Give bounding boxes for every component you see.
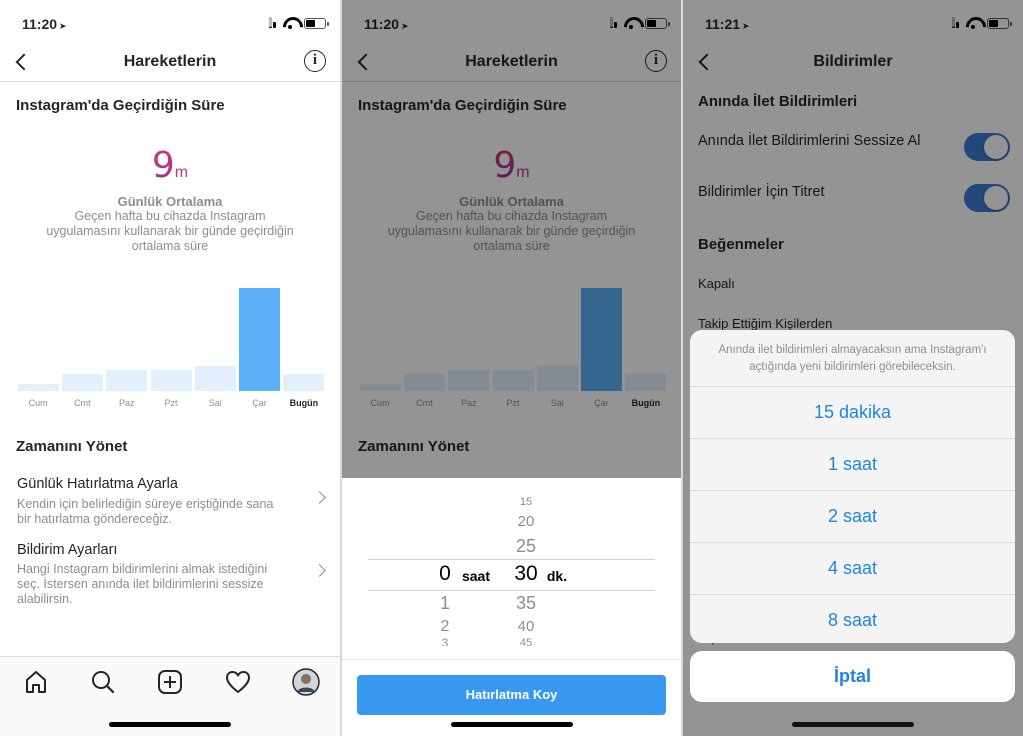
- row-title: Bildirim Ayarları: [17, 542, 118, 558]
- row-subtitle: Kendin için belirlediğin süreye eriştiği…: [17, 497, 274, 526]
- screen-notifications: 11:21 ➤ Bildirimler Anında İlet Bildiriml…: [683, 0, 1023, 736]
- status-bar: 11:20 ➤: [0, 0, 340, 44]
- hour-option: 2: [440, 618, 450, 635]
- chart-x-label: Sal: [208, 398, 222, 408]
- picker-selection-bottom: [368, 590, 655, 591]
- add-post-icon[interactable]: [157, 669, 183, 695]
- minute-option: 15: [519, 496, 533, 508]
- hour-option: 3: [441, 636, 449, 646]
- chart-bar: [150, 370, 192, 391]
- home-indicator: [792, 722, 914, 727]
- chart-bar: [61, 374, 103, 391]
- picker-selection-top: [368, 559, 655, 560]
- average-description: Geçen hafta bu cihazda Instagram uygulam…: [46, 209, 294, 253]
- option-8-hours[interactable]: 8 saat: [690, 594, 1015, 643]
- chart-bar: [283, 374, 325, 391]
- chart-x-label: Çar: [252, 398, 267, 408]
- option-2-hours[interactable]: 2 saat: [690, 490, 1015, 542]
- page-title: Hareketlerin: [123, 53, 217, 70]
- chart-x-label: Paz: [118, 398, 135, 408]
- heart-icon[interactable]: [225, 669, 251, 695]
- search-icon[interactable]: [90, 669, 116, 695]
- average-time: 9m: [151, 145, 189, 186]
- option-15-minutes[interactable]: 15 dakika: [690, 386, 1015, 438]
- home-indicator: [109, 722, 231, 727]
- home-icon[interactable]: [23, 669, 49, 695]
- minute-option: 25: [515, 536, 537, 556]
- average-label: Günlük Ortalama: [117, 194, 223, 209]
- chart-bar: [17, 383, 59, 391]
- minute-option: 45: [519, 637, 533, 647]
- chart-bar: [194, 366, 236, 391]
- dim-overlay[interactable]: [342, 0, 681, 478]
- chart-x-label: Cmt: [74, 398, 91, 408]
- screen-reminder-picker: 11:20 ➤ Hareketlerin i Instagram'da Geçir…: [342, 0, 681, 736]
- screen-activity: 11:20 ➤ Hareketlerin i Instagram'da Geçir…: [0, 0, 340, 736]
- option-4-hours[interactable]: 4 saat: [690, 542, 1015, 594]
- section-title: Instagram'da Geçirdiğin Süre: [16, 97, 225, 114]
- location-icon: ➤: [59, 21, 67, 31]
- wifi-icon: [282, 17, 298, 29]
- hour-option: 1: [439, 593, 450, 613]
- chart-bar: [239, 288, 281, 391]
- divider: [342, 659, 681, 660]
- minute-option: 20: [517, 513, 535, 530]
- sheet-message: Anında ilet bildirimleri almayacaksın am…: [718, 344, 987, 373]
- minute-option: 35: [515, 593, 537, 613]
- set-reminder-button[interactable]: Hatırlatma Koy: [357, 675, 666, 715]
- option-1-hour[interactable]: 1 saat: [690, 438, 1015, 490]
- chart-bar: [106, 370, 148, 391]
- chevron-right-icon: [313, 564, 326, 577]
- chart-x-label: Bugün: [289, 398, 319, 408]
- usage-bar-chart: [16, 270, 326, 391]
- minute-unit: dk.: [546, 568, 568, 584]
- time-picker-sheet: 0 saat 1 2 3 15 20 25 30 dk. 35 40 45 Ha…: [342, 478, 681, 736]
- hour-unit: saat: [461, 568, 491, 584]
- chart-x-label: Pzt: [164, 398, 178, 408]
- minute-selected: 30: [514, 562, 538, 585]
- mute-duration-sheet: Anında ilet bildirimleri almayacaksın am…: [690, 330, 1015, 643]
- row-subtitle: Hangi Instagram bildirimlerini almak ist…: [17, 562, 268, 606]
- manage-title: Zamanını Yönet: [16, 438, 128, 455]
- chart-x-label: Cum: [28, 398, 48, 408]
- nav-bar: Hareketlerin i: [0, 44, 340, 82]
- home-indicator: [450, 722, 573, 727]
- battery-icon: [304, 17, 329, 29]
- tab-bar: [0, 656, 340, 736]
- row-title: Günlük Hatırlatma Ayarla: [17, 476, 178, 492]
- status-time: 11:20 ➤: [22, 16, 67, 32]
- profile-avatar[interactable]: [292, 668, 320, 696]
- cancel-button[interactable]: İptal: [690, 651, 1015, 702]
- minute-option: 40: [517, 618, 535, 635]
- signal-icon: [269, 17, 276, 28]
- chevron-right-icon: [313, 491, 326, 504]
- info-icon[interactable]: i: [304, 50, 326, 72]
- chart-x-labels: Cum Cmt Paz Pzt Sal Çar Bugün: [16, 398, 326, 412]
